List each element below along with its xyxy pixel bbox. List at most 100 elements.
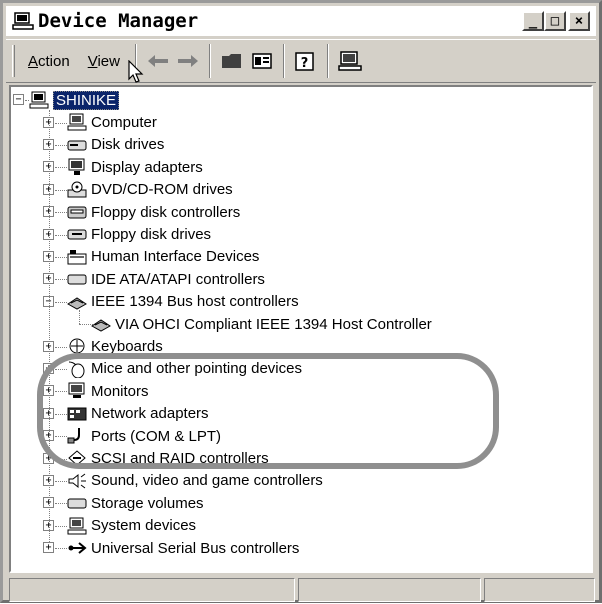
- menu-action-accel: A: [28, 52, 39, 70]
- category-label: Storage volumes: [91, 494, 204, 512]
- scan-hardware-button[interactable]: [335, 45, 365, 77]
- status-pane-secondary: [298, 578, 481, 602]
- category-label: Monitors: [91, 382, 149, 400]
- title-bar[interactable]: Device Manager _ □ ×: [6, 6, 596, 36]
- tree-connector: [55, 257, 67, 258]
- scan-hardware-icon: [338, 51, 362, 71]
- category-label: Floppy disk controllers: [91, 203, 241, 221]
- display-adapter-icon: [68, 158, 85, 176]
- forward-icon: [177, 55, 198, 67]
- toolbar-grip[interactable]: [12, 45, 15, 77]
- floppy-controller-icon: [67, 206, 87, 219]
- status-bar: [9, 578, 599, 604]
- category-ide-ata-atapi-controllers[interactable]: IDE ATA/ATAPI controllers: [67, 268, 265, 290]
- category-scsi-and-raid-controllers[interactable]: SCSI and RAID controllers: [67, 447, 269, 469]
- category-label: SCSI and RAID controllers: [91, 449, 269, 467]
- hid-icon: [67, 249, 87, 265]
- device-tree: − SHINIKE + Computer + Disk drives + Display ad…: [11, 87, 591, 571]
- folder-icon: [221, 54, 241, 68]
- category-label: System devices: [91, 517, 197, 535]
- category-mice-and-other-pointing-devices[interactable]: Mice and other pointing devices: [67, 358, 302, 380]
- disk-drive-icon: [67, 140, 87, 151]
- device-via-ohci-1394-controller[interactable]: VIA OHCI Compliant IEEE 1394 Host Contro…: [91, 313, 432, 335]
- category-label: Floppy disk drives: [91, 225, 212, 243]
- category-floppy-disk-controllers[interactable]: Floppy disk controllers: [67, 201, 240, 223]
- tree-connector: [55, 212, 67, 214]
- tree-connector: [55, 167, 67, 169]
- category-human-interface-devices[interactable]: Human Interface Devices: [67, 246, 259, 268]
- help-button[interactable]: ?: [291, 45, 321, 77]
- category-label: Human Interface Devices: [91, 248, 260, 266]
- properties-button[interactable]: [247, 45, 277, 77]
- menu-view-rest: iew: [97, 52, 120, 70]
- category-universal-serial-bus-controllers[interactable]: Universal Serial Bus controllers: [67, 537, 299, 559]
- up-folder-button[interactable]: [217, 45, 247, 77]
- scsi-icon: [68, 450, 86, 467]
- category-label: Sound, video and game controllers: [91, 472, 323, 490]
- network-adapter-icon: [67, 407, 87, 421]
- menu-view[interactable]: View: [79, 49, 129, 74]
- category-label: DVD/CD-ROM drives: [91, 181, 233, 199]
- monitor-icon: [68, 382, 85, 399]
- category-monitors[interactable]: Monitors: [67, 380, 149, 402]
- category-ieee-1394-bus-host-controllers[interactable]: IEEE 1394 Bus host controllers: [67, 291, 299, 313]
- menu-action[interactable]: Action: [19, 49, 79, 74]
- category-system-devices[interactable]: System devices: [67, 515, 196, 537]
- category-toggle[interactable]: +: [43, 542, 54, 554]
- status-pane-tertiary: [484, 578, 595, 602]
- ide-controller-icon: [67, 274, 87, 285]
- category-sound-video-and-game-controllers[interactable]: Sound, video and game controllers: [67, 470, 323, 492]
- maximize-icon: □: [550, 13, 560, 29]
- category-disk-drives[interactable]: Disk drives: [67, 134, 164, 156]
- tree-connector: [55, 145, 67, 146]
- keyboard-icon: [69, 338, 85, 354]
- root-collapse-toggle[interactable]: −: [13, 94, 24, 105]
- properties-icon: [252, 53, 272, 69]
- category-label: Network adapters: [91, 405, 209, 423]
- category-ports-com-lpt[interactable]: Ports (COM & LPT): [67, 425, 221, 447]
- tree-root-node[interactable]: SHINIKE: [29, 89, 120, 111]
- maximize-button[interactable]: □: [544, 11, 566, 31]
- status-pane-main: [9, 578, 295, 602]
- category-label: Ports (COM & LPT): [91, 427, 222, 445]
- category-computer[interactable]: Computer: [67, 111, 157, 133]
- close-button[interactable]: ×: [568, 11, 590, 31]
- menu-action-rest: ction: [38, 52, 70, 70]
- category-label: Keyboards: [91, 337, 163, 355]
- category-floppy-disk-drives[interactable]: Floppy disk drives: [67, 223, 211, 245]
- window-title: Device Manager: [38, 10, 199, 32]
- category-storage-volumes[interactable]: Storage volumes: [67, 492, 204, 514]
- tree-connector: [55, 234, 67, 236]
- tree-connector: [55, 346, 67, 348]
- minimize-button[interactable]: _: [522, 11, 544, 31]
- root-computer-icon: [29, 91, 49, 109]
- computer-icon: [67, 113, 87, 131]
- toolbar: Action View ?: [6, 39, 596, 83]
- ieee1394-icon: [91, 319, 111, 332]
- back-button[interactable]: [143, 45, 173, 77]
- toolbar-separator: [134, 44, 137, 78]
- forward-button[interactable]: [173, 45, 203, 77]
- toolbar-separator: [326, 44, 329, 78]
- floppy-drive-icon: [67, 229, 87, 240]
- category-dvd-cd-rom-drives[interactable]: DVD/CD-ROM drives: [67, 179, 233, 201]
- tree-connector: [55, 436, 67, 438]
- tree-connector: [25, 100, 29, 102]
- tree-connector: [55, 525, 67, 527]
- category-display-adapters[interactable]: Display adapters: [67, 156, 203, 178]
- tree-connector: [55, 481, 67, 482]
- tree-connector: [55, 301, 67, 303]
- tree-connector: [49, 110, 50, 543]
- category-keyboards[interactable]: Keyboards: [67, 335, 163, 357]
- category-network-adapters[interactable]: Network adapters: [67, 403, 209, 425]
- system-device-icon: [67, 517, 87, 535]
- svg-text:?: ?: [301, 56, 309, 71]
- device-tree-pane[interactable]: − SHINIKE + Computer + Disk drives + Display ad…: [9, 85, 593, 573]
- tree-connector: [55, 369, 67, 370]
- category-label: Mice and other pointing devices: [91, 360, 302, 378]
- menu-view-accel: V: [87, 52, 98, 70]
- tree-connector: [79, 309, 80, 325]
- category-label: Disk drives: [91, 136, 165, 154]
- tree-connector: [55, 391, 67, 393]
- minimize-icon: _: [528, 13, 538, 29]
